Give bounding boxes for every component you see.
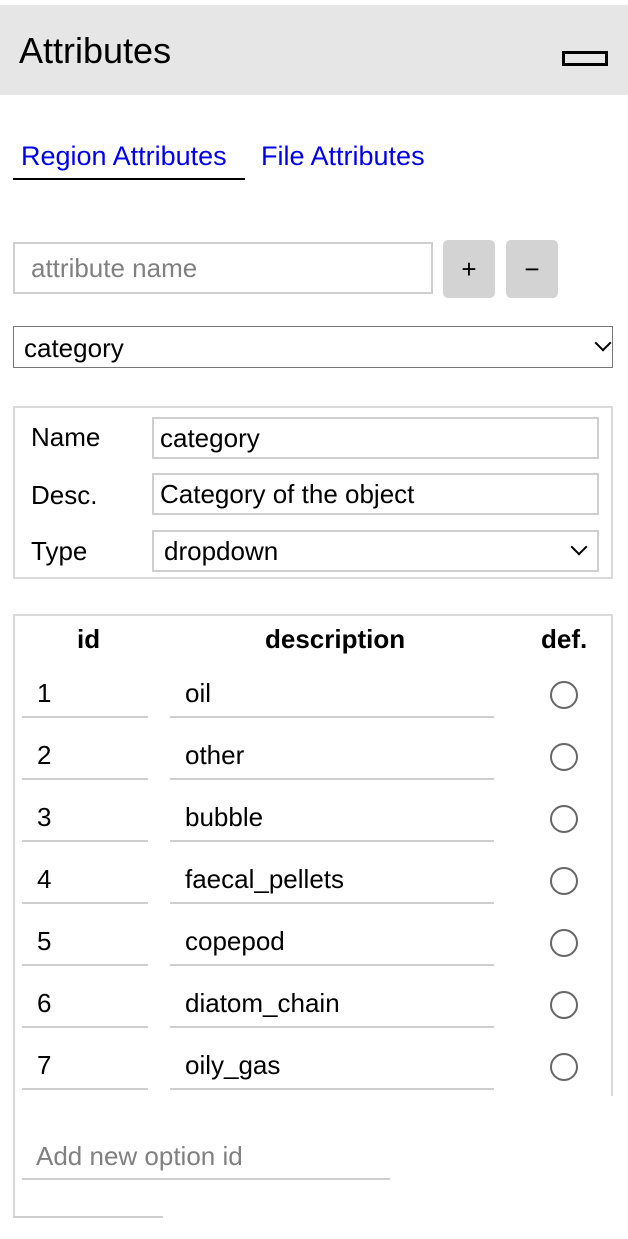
panel-title: Attributes [19, 30, 172, 71]
desc-field[interactable] [152, 473, 599, 515]
option-id-underline [22, 964, 148, 966]
minimize-bar [562, 51, 608, 66]
options-table-border [611, 614, 613, 1096]
options-table [13, 614, 613, 1218]
type-label: Type [31, 536, 88, 566]
option-description-underline [170, 902, 494, 904]
option-id-underline [22, 902, 148, 904]
tab-region-attributes[interactable]: Region Attributes [21, 138, 227, 174]
option-description-underline [170, 778, 494, 780]
option-description-field[interactable]: copepod [185, 926, 285, 956]
option-id-field[interactable]: 7 [37, 1050, 51, 1080]
option-description-underline [170, 1088, 494, 1090]
new-option-input[interactable] [22, 1134, 390, 1180]
name-label: Name [31, 422, 101, 452]
option-description-field[interactable]: other [185, 740, 244, 770]
attribute-select-value: category [24, 333, 124, 363]
option-id-field[interactable]: 4 [37, 864, 51, 894]
option-default-radio[interactable] [550, 929, 578, 957]
option-default-radio[interactable] [550, 867, 578, 895]
type-select-value: dropdown [164, 536, 279, 566]
option-id-underline [22, 716, 148, 718]
attribute-properties: Name Desc. Type dropdown [13, 406, 613, 579]
tab-file-attributes[interactable]: File Attributes [261, 138, 425, 174]
option-id-field[interactable]: 1 [37, 678, 51, 708]
minimize-icon[interactable] [561, 49, 608, 66]
option-default-radio[interactable] [550, 991, 578, 1019]
attribute-name-input[interactable] [13, 242, 433, 294]
attribute-select[interactable]: category [13, 326, 613, 368]
option-description-field[interactable]: oil [185, 678, 211, 708]
add-attribute-button[interactable]: + [443, 240, 495, 298]
option-id-underline [22, 840, 148, 842]
column-header-description: description [265, 624, 406, 654]
type-select[interactable]: dropdown [152, 530, 599, 572]
option-id-field[interactable]: 3 [37, 802, 51, 832]
option-id-underline [22, 1088, 148, 1090]
option-description-field[interactable]: diatom_chain [185, 988, 340, 1018]
option-id-field[interactable]: 2 [37, 740, 51, 770]
option-default-radio[interactable] [550, 805, 578, 833]
chevron-down-icon [594, 334, 612, 352]
options-table-border [13, 1216, 163, 1218]
chevron-down-icon [570, 538, 588, 556]
option-description-field[interactable]: faecal_pellets [185, 864, 344, 894]
desc-label: Desc. [31, 480, 98, 510]
option-description-underline [170, 840, 494, 842]
option-description-field[interactable]: oily_gas [185, 1050, 280, 1080]
option-default-radio[interactable] [550, 1053, 578, 1081]
remove-attribute-button[interactable]: − [506, 240, 558, 298]
option-description-field[interactable]: bubble [185, 802, 263, 832]
panel-header: Attributes [0, 5, 628, 95]
option-id-field[interactable]: 6 [37, 988, 51, 1018]
option-default-radio[interactable] [550, 743, 578, 771]
name-field[interactable] [152, 417, 599, 459]
option-description-underline [170, 1026, 494, 1028]
option-description-underline [170, 716, 494, 718]
active-tab-indicator [13, 178, 245, 180]
option-id-underline [22, 778, 148, 780]
option-id-underline [22, 1026, 148, 1028]
option-description-underline [170, 964, 494, 966]
column-header-id: id [77, 624, 101, 654]
option-id-field[interactable]: 5 [37, 926, 51, 956]
option-default-radio[interactable] [550, 681, 578, 709]
column-header-default: def. [541, 624, 588, 654]
